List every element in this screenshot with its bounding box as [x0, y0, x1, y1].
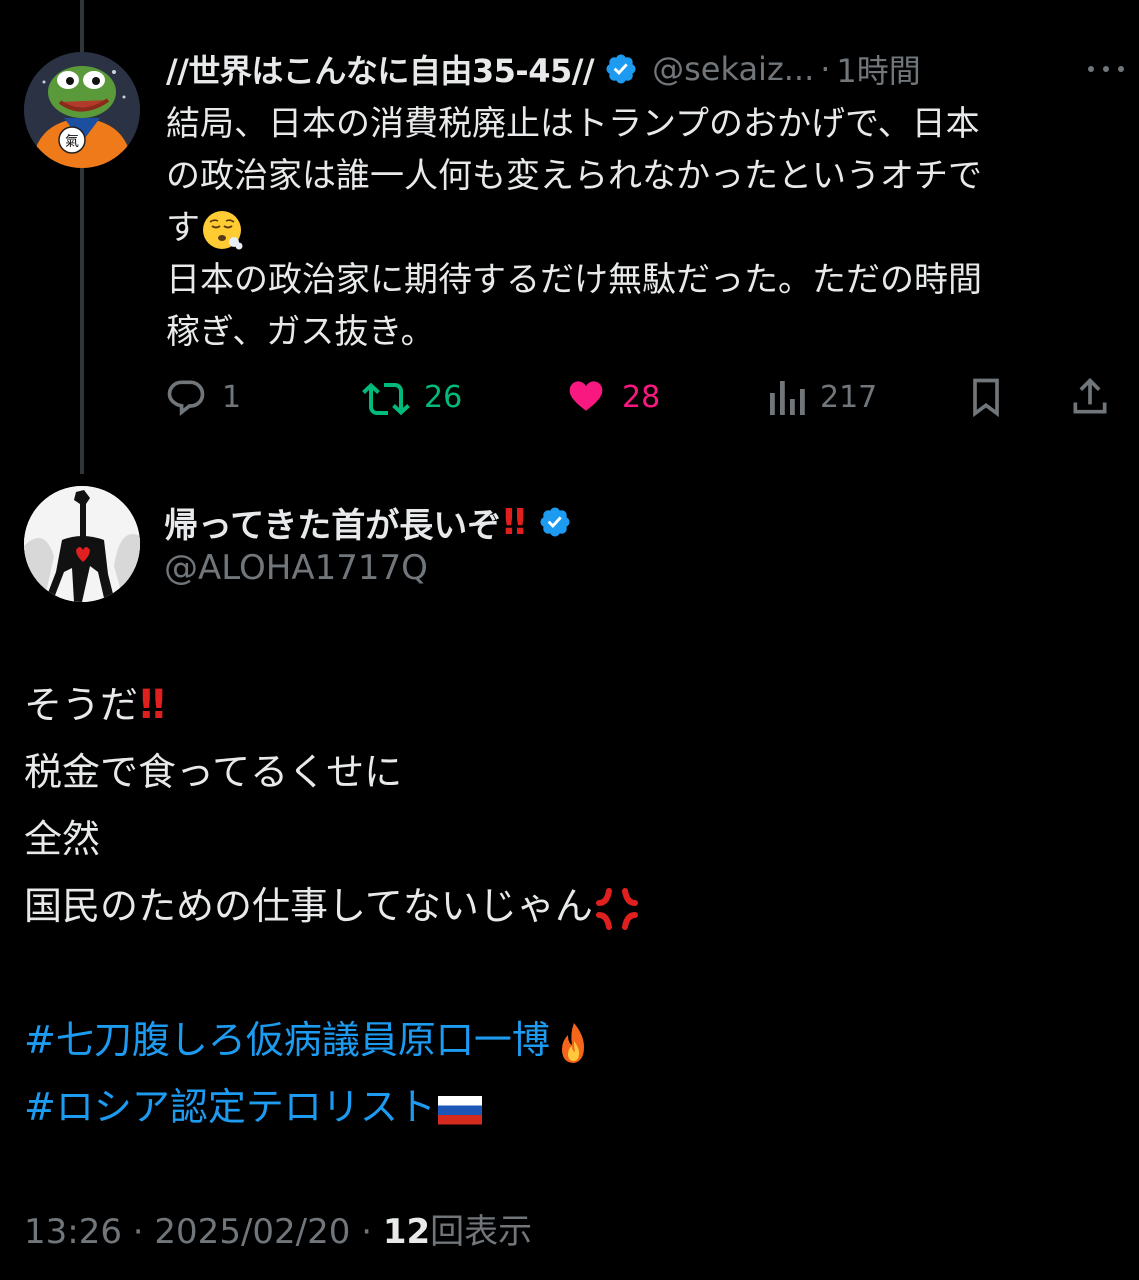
- parent-timestamp[interactable]: 1時間: [836, 46, 920, 92]
- view-count: 12: [382, 1212, 431, 1252]
- retweet-button[interactable]: 26: [362, 370, 462, 424]
- views-count: 217: [820, 379, 878, 415]
- verified-badge-icon: [538, 505, 572, 539]
- tweet-text-line: 国民のための仕事してないじゃん: [24, 873, 1114, 940]
- svg-text:氣: 氣: [65, 134, 79, 150]
- more-options-icon[interactable]: [1086, 52, 1126, 86]
- double-exclamation-emoji: ‼: [140, 682, 165, 728]
- tweet-text-line: 日本の政治家に期待するだけ無駄だった。ただの時間: [166, 260, 982, 300]
- parent-tweet-actions: 1 26 28 217: [164, 370, 1114, 424]
- reply-timestamp-footer: 13:26 · 2025/02/20 · 12回表示: [24, 1204, 532, 1253]
- anger-symbol-emoji: [593, 885, 641, 933]
- face-exhaling-emoji: [200, 208, 244, 252]
- header-separator: ·: [820, 50, 831, 88]
- heart-icon: [569, 381, 603, 411]
- share-button[interactable]: [1068, 370, 1112, 424]
- share-icon: [1073, 377, 1107, 414]
- view-label: 回表示: [430, 1212, 533, 1252]
- bookmark-button[interactable]: [964, 370, 1008, 424]
- post-date[interactable]: 2025/02/20: [154, 1212, 350, 1252]
- long-neck-figure-avatar-image: [24, 486, 140, 602]
- reply-count: 1: [222, 379, 242, 415]
- views-button[interactable]: 217: [766, 370, 877, 424]
- tweet-text-line: 税金で食ってるくせに: [24, 750, 403, 794]
- reply-display-name[interactable]: 帰ってきた首が長いぞ: [164, 498, 501, 547]
- reply-author-avatar[interactable]: [24, 486, 140, 602]
- tweet-text-line: 全然: [24, 817, 101, 861]
- parent-tweet-text: 結局、日本の消費税廃止はトランプのおかげで、日本 の政治家は誰一人何も変えられな…: [166, 98, 1086, 358]
- like-button[interactable]: 28: [564, 370, 660, 424]
- fire-emoji: [550, 1019, 598, 1067]
- hashtag-link[interactable]: #ロシア認定テロリスト: [24, 1085, 436, 1129]
- parent-tweet-header: //世界はこんなに自由35-45// @sekaiz... · 1時間: [166, 46, 1126, 92]
- retweet-count: 26: [424, 379, 463, 415]
- hashtag-line: #ロシア認定テロリスト: [24, 1074, 1114, 1141]
- footer-separator: ·: [132, 1212, 144, 1252]
- verified-badge-icon: [604, 52, 638, 86]
- reply-button[interactable]: 1: [164, 370, 241, 424]
- tweet-text-line: 稼ぎ、ガス抜き。: [166, 312, 435, 352]
- tweet-text-line: そうだ‼: [24, 682, 165, 728]
- like-count: 28: [622, 379, 661, 415]
- retweet-icon: [362, 382, 410, 416]
- parent-handle[interactable]: @sekaiz...: [652, 50, 814, 88]
- russia-flag-emoji: [436, 1086, 484, 1134]
- views-chart-icon: [770, 381, 805, 415]
- double-exclamation-emoji: ‼: [503, 501, 525, 543]
- reply-tweet-header: 帰ってきた首が長いぞ ‼: [164, 498, 864, 546]
- footer-separator: ·: [361, 1212, 373, 1252]
- parent-author-avatar[interactable]: 氣: [24, 52, 140, 168]
- reply-handle[interactable]: @ALOHA1717Q: [164, 548, 428, 588]
- post-time[interactable]: 13:26: [24, 1212, 122, 1252]
- tweet-text-line: 結局、日本の消費税廃止はトランプのおかげで、日本: [166, 104, 980, 144]
- frog-avatar-image: 氣: [24, 52, 140, 168]
- reply-tweet-text: そうだ‼ 税金で食ってるくせに 全然 国民のための仕事してないじゃん #七刀腹し…: [24, 672, 1114, 1141]
- tweet-text-line: す: [166, 202, 1086, 254]
- tweet-text-line: の政治家は誰一人何も変えられなかったというオチで: [166, 156, 982, 196]
- hashtag-link[interactable]: #七刀腹しろ仮病議員原口一博: [24, 1018, 550, 1062]
- parent-display-name[interactable]: //世界はこんなに自由35-45//: [166, 46, 595, 92]
- hashtag-line: #七刀腹しろ仮病議員原口一博: [24, 1007, 1114, 1074]
- reply-icon: [167, 380, 205, 417]
- bookmark-icon: [973, 378, 999, 418]
